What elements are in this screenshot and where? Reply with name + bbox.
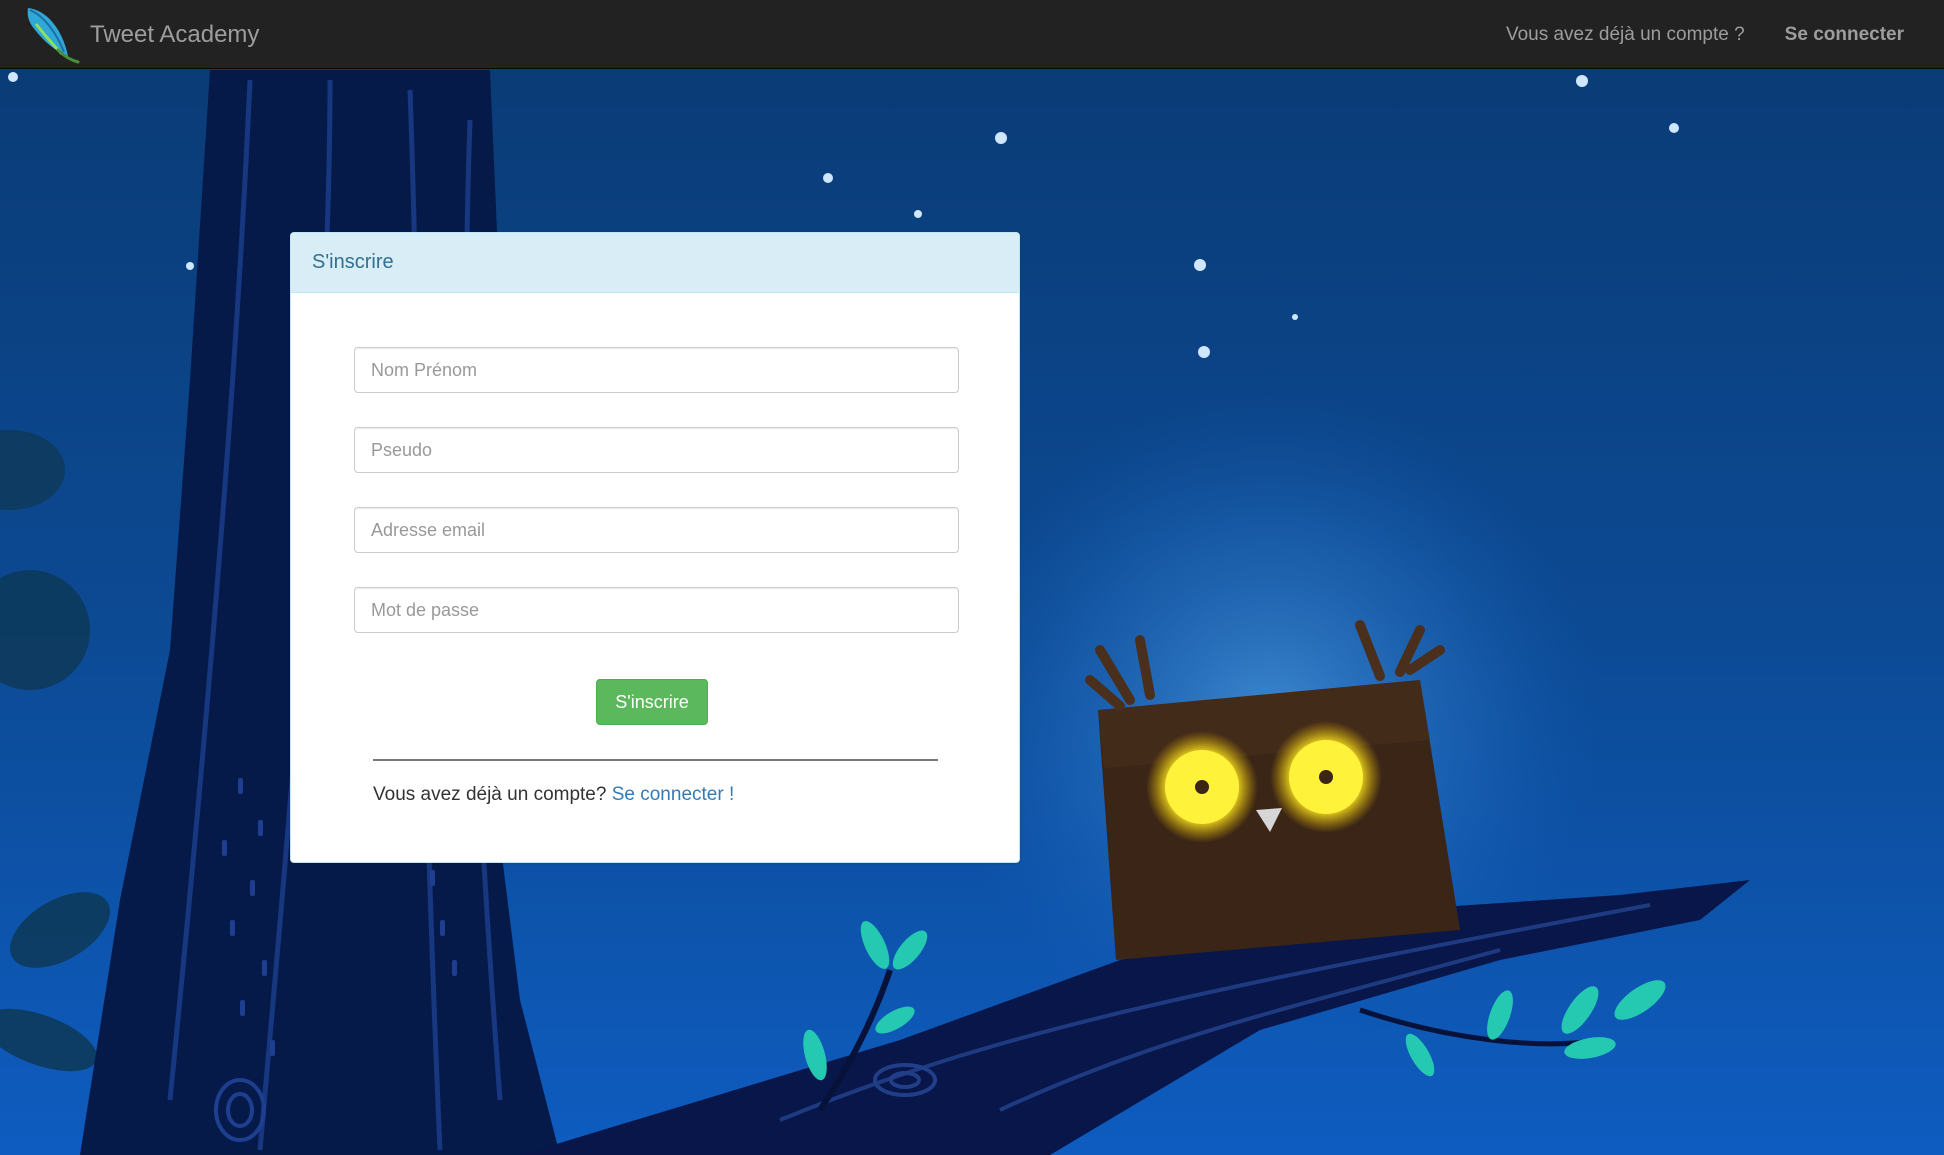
panel-title: S'inscrire: [312, 251, 394, 273]
password-input[interactable]: [354, 587, 959, 633]
top-navbar: Tweet Academy Vous avez déjà un compte ?…: [0, 0, 1944, 69]
navbar-login-link[interactable]: Se connecter: [1785, 24, 1904, 46]
username-input[interactable]: [354, 427, 959, 473]
feather-icon: [27, 8, 80, 64]
brand-link[interactable]: Tweet Academy: [22, 4, 259, 66]
full-name-input[interactable]: [354, 347, 959, 393]
navbar-account-question: Vous avez déjà un compte ?: [1505, 23, 1745, 45]
login-link[interactable]: Se connecter !: [612, 784, 735, 805]
navbar-right: Vous avez déjà un compte ? Se connecter: [1506, 0, 1904, 69]
signup-page: Tweet Academy Vous avez déjà un compte ?…: [0, 0, 1944, 1155]
signup-button[interactable]: S'inscrire: [596, 679, 708, 725]
login-prompt: Vous avez déjà un compte? Se connecter !: [373, 784, 734, 806]
panel-heading: S'inscrire: [291, 233, 1019, 293]
signup-panel: S'inscrire S'inscrire Vous avez déjà un …: [290, 232, 1020, 863]
divider: [373, 759, 938, 761]
email-input[interactable]: [354, 507, 959, 553]
login-prompt-text: Vous avez déjà un compte?: [373, 784, 607, 805]
brand-name: Tweet Academy: [90, 21, 260, 48]
